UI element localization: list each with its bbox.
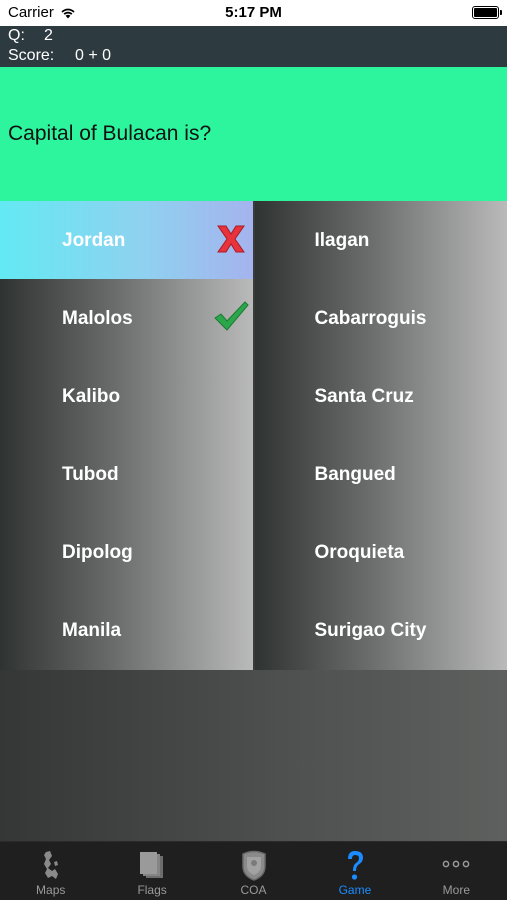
map-icon xyxy=(43,851,58,879)
status-time: 5:17 PM xyxy=(225,4,282,21)
tab-maps[interactable]: Maps xyxy=(0,842,101,900)
info-bar: Q: 2 Score: 0 + 0 xyxy=(0,26,507,67)
question-panel: Capital of Bulacan is? xyxy=(0,67,507,201)
question-number-value: 2 xyxy=(44,27,53,44)
status-bar: Carrier 5:17 PM xyxy=(0,0,507,26)
answer-label: Dipolog xyxy=(62,542,133,564)
tab-flags[interactable]: Flags xyxy=(101,842,202,900)
tab-game[interactable]: Game xyxy=(304,842,405,900)
tab-more[interactable]: More xyxy=(406,842,507,900)
empty-area xyxy=(0,670,507,841)
wrong-x-icon xyxy=(216,225,245,253)
answer-option[interactable]: Oroquieta xyxy=(254,513,507,592)
answer-option[interactable]: Kalibo xyxy=(0,357,253,436)
answer-label: Manila xyxy=(62,620,122,642)
flags-icon xyxy=(140,852,164,878)
answer-label: Santa Cruz xyxy=(314,386,414,408)
score-row: Score: 0 + 0 xyxy=(8,47,111,65)
answer-label: Ilagan xyxy=(314,230,370,251)
score-value: 0 + 0 xyxy=(75,47,112,64)
answer-label: Surigao City xyxy=(314,620,427,642)
answer-option[interactable]: Manila xyxy=(0,591,253,670)
tab-label: Maps xyxy=(36,883,66,897)
tab-bar: Maps Flags COA Game More xyxy=(0,841,507,900)
answer-label: Tubod xyxy=(62,464,119,486)
score-label: Score: xyxy=(8,47,55,64)
battery-icon xyxy=(472,6,502,19)
answer-option[interactable]: Malolos xyxy=(0,279,253,358)
answer-option[interactable]: Bangued xyxy=(254,435,507,514)
tab-label: Game xyxy=(338,883,372,897)
answer-label: Malolos xyxy=(62,308,133,330)
answer-option[interactable]: Cabarroguis xyxy=(254,279,507,358)
tab-label: Flags xyxy=(137,883,167,897)
answers-grid: Jordan Malolos Kalibo Tubod Dipolog Mani… xyxy=(0,201,507,670)
question-number-row: Q: 2 xyxy=(8,27,53,45)
coat-of-arms-icon xyxy=(241,850,266,881)
answer-option[interactable]: Santa Cruz xyxy=(254,357,507,436)
answers-right-column: Ilagan Cabarroguis Santa Cruz Bangued Or… xyxy=(254,201,507,670)
answer-option[interactable]: Dipolog xyxy=(0,513,253,592)
correct-check-icon xyxy=(213,301,249,331)
answer-option[interactable]: Tubod xyxy=(0,435,253,514)
answer-option[interactable]: Ilagan xyxy=(254,201,507,280)
answer-label: Cabarroguis xyxy=(314,308,427,330)
answer-label: Bangued xyxy=(314,464,396,486)
tab-label: COA xyxy=(240,883,267,897)
question-text: Capital of Bulacan is? xyxy=(8,122,212,145)
more-icon xyxy=(442,860,470,868)
answer-option[interactable]: Surigao City xyxy=(254,591,507,670)
answer-label: Oroquieta xyxy=(314,542,405,564)
answers-left-column: Jordan Malolos Kalibo Tubod Dipolog Mani… xyxy=(0,201,253,670)
answer-label: Kalibo xyxy=(62,386,121,408)
question-number-label: Q: xyxy=(8,27,25,44)
question-icon xyxy=(347,851,363,880)
tab-label: More xyxy=(442,883,470,897)
answer-option[interactable]: Jordan xyxy=(0,201,253,280)
tab-coa[interactable]: COA xyxy=(203,842,304,900)
answer-label: Jordan xyxy=(62,230,126,251)
